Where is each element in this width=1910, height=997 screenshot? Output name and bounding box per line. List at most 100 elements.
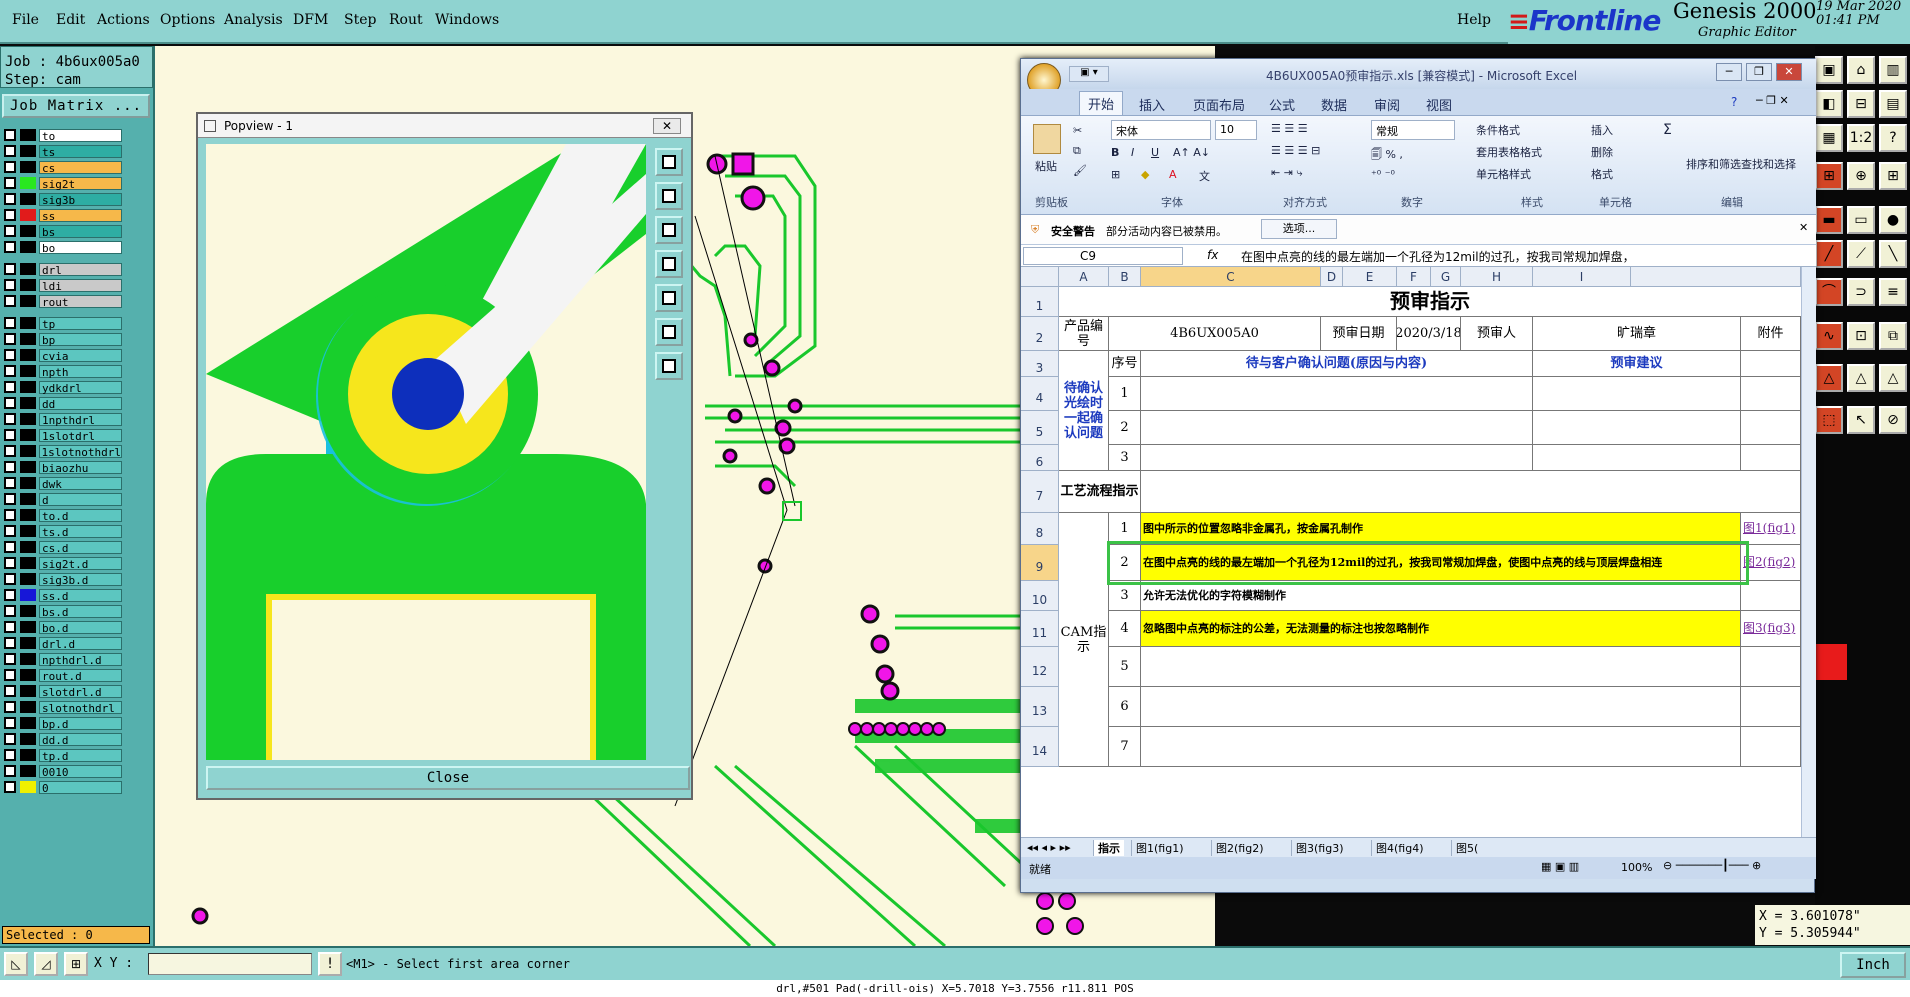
column-header[interactable]: D xyxy=(1321,267,1343,287)
layer-color-swatch[interactable] xyxy=(20,429,36,441)
layer-color-swatch[interactable] xyxy=(20,365,36,377)
layer-row[interactable]: ts.d xyxy=(4,524,122,539)
toolbar-button-18[interactable]: ╲ xyxy=(1879,240,1907,268)
layer-row[interactable]: to xyxy=(4,128,122,143)
quick-access-save-icon[interactable]: ▣ ▾ xyxy=(1069,66,1109,82)
menu-edit[interactable]: Edit xyxy=(56,12,85,28)
layer-name[interactable]: ts.d xyxy=(39,524,122,539)
layer-checkbox[interactable] xyxy=(4,193,16,205)
toolbar-button-25[interactable]: △ xyxy=(1815,364,1843,392)
layer-row[interactable]: dd.d xyxy=(4,732,122,747)
unit-button[interactable]: Inch xyxy=(1840,952,1906,978)
layer-checkbox[interactable] xyxy=(4,509,16,521)
font-size-select[interactable]: 10 xyxy=(1215,120,1257,140)
layer-row[interactable]: 1npthdrl xyxy=(4,412,122,427)
layer-color-swatch[interactable] xyxy=(20,193,36,205)
seq-number[interactable]: 3 xyxy=(1109,445,1141,471)
toolbar-button-2[interactable]: ⌂ xyxy=(1847,56,1875,84)
layer-row[interactable]: sig2t.d xyxy=(4,556,122,571)
restore-icon[interactable]: ❐ xyxy=(1746,63,1772,81)
layer-color-swatch[interactable] xyxy=(20,557,36,569)
issue-cell[interactable] xyxy=(1141,411,1533,445)
layer-checkbox[interactable] xyxy=(4,493,16,505)
menu-actions[interactable]: Actions xyxy=(97,12,150,28)
layer-color-swatch[interactable] xyxy=(20,765,36,777)
warning-close-icon[interactable]: ✕ xyxy=(1799,221,1808,234)
layer-color-swatch[interactable] xyxy=(20,349,36,361)
align-top-icon[interactable]: ☰ ☰ ☰ xyxy=(1271,122,1308,135)
layer-name[interactable]: tp.d xyxy=(39,748,122,763)
layer-name[interactable]: npth xyxy=(39,364,122,379)
toolbar-button-28[interactable]: ⬚ xyxy=(1815,406,1843,434)
layer-name[interactable]: bp xyxy=(39,332,122,347)
layer-checkbox[interactable] xyxy=(4,381,16,393)
layer-checkbox[interactable] xyxy=(4,177,16,189)
layer-checkbox[interactable] xyxy=(4,445,16,457)
copy-icon[interactable]: ⧉ xyxy=(1073,144,1081,158)
cell[interactable] xyxy=(1741,411,1801,445)
excel-titlebar[interactable]: ▣ ▾ 4B6UX005A0预审指示.xls [兼容模式] - Microsof… xyxy=(1021,59,1816,97)
layer-checkbox[interactable] xyxy=(4,241,16,253)
bold-button[interactable]: B xyxy=(1111,146,1119,159)
layer-row[interactable]: bo.d xyxy=(4,620,122,635)
sheet-tab[interactable]: 图4(fig4) xyxy=(1371,840,1428,856)
layer-color-swatch[interactable] xyxy=(20,397,36,409)
layer-color-swatch[interactable] xyxy=(20,279,36,291)
layer-color-swatch[interactable] xyxy=(20,653,36,665)
indent-icon[interactable]: ⇤ ⇥ ⤷ xyxy=(1271,166,1303,180)
cam-item-link[interactable]: 图1(fig1) xyxy=(1741,513,1801,545)
layer-checkbox[interactable] xyxy=(4,129,16,141)
cam-item-link[interactable] xyxy=(1741,687,1801,727)
layer-row[interactable]: ldi xyxy=(4,278,122,293)
layer-row[interactable]: dwk xyxy=(4,476,122,491)
layer-row[interactable]: tp xyxy=(4,316,122,331)
layer-name[interactable]: bs.d xyxy=(39,604,122,619)
layer-color-swatch[interactable] xyxy=(20,749,36,761)
layer-name[interactable]: dd xyxy=(39,396,122,411)
autosum-icon[interactable]: Σ xyxy=(1663,122,1672,138)
layer-color-swatch[interactable] xyxy=(20,509,36,521)
layer-checkbox[interactable] xyxy=(4,145,16,157)
formula-input[interactable]: 在图中点亮的线的最左端加一个孔径为12mil的过孔，按我司常规加焊盘， xyxy=(1241,248,1796,265)
row-header[interactable]: 1 xyxy=(1021,287,1059,317)
toolbar-button-15[interactable]: ● xyxy=(1879,206,1907,234)
cam-item-text[interactable]: 允许无法优化的字符模糊制作 xyxy=(1141,581,1741,611)
menu-options[interactable]: Options xyxy=(160,12,215,28)
function-icon[interactable]: fx xyxy=(1207,248,1218,262)
underline-button[interactable]: U xyxy=(1151,146,1159,159)
layer-checkbox[interactable] xyxy=(4,637,16,649)
layer-row[interactable]: 0 xyxy=(4,780,122,795)
layer-checkbox[interactable] xyxy=(4,279,16,291)
font-color-icon[interactable]: A xyxy=(1169,168,1177,181)
toolbar-button-20[interactable]: ⊃ xyxy=(1847,278,1875,306)
italic-button[interactable]: I xyxy=(1131,146,1134,159)
layer-name[interactable]: 0010 xyxy=(39,764,122,779)
layer-name[interactable]: 1npthdrl xyxy=(39,412,122,427)
layer-color-swatch[interactable] xyxy=(20,317,36,329)
cam-item-text[interactable] xyxy=(1141,727,1741,767)
layer-color-swatch[interactable] xyxy=(20,573,36,585)
layer-row[interactable]: drl xyxy=(4,262,122,277)
seq-label[interactable]: 序号 xyxy=(1109,351,1141,377)
layer-color-swatch[interactable] xyxy=(20,461,36,473)
layer-row[interactable]: npthdrl.d xyxy=(4,652,122,667)
layer-checkbox[interactable] xyxy=(4,669,16,681)
paste-button[interactable]: 粘贴 xyxy=(1035,158,1057,174)
row-header[interactable]: 7 xyxy=(1021,471,1059,513)
layer-row[interactable]: biaozhu xyxy=(4,460,122,475)
toolbar-button-14[interactable]: ▭ xyxy=(1847,206,1875,234)
layer-name[interactable]: sig3b.d xyxy=(39,572,122,587)
layer-color-swatch[interactable] xyxy=(20,525,36,537)
row-header[interactable]: 6 xyxy=(1021,445,1059,471)
layer-checkbox[interactable] xyxy=(4,317,16,329)
layer-name[interactable]: to.d xyxy=(39,508,122,523)
column-header[interactable]: H xyxy=(1461,267,1533,287)
popview-close-button[interactable]: Close xyxy=(206,766,690,790)
delete-cells-button[interactable]: 删除 xyxy=(1591,144,1613,160)
cmd-button-1[interactable]: ◺ xyxy=(4,952,28,976)
layer-checkbox[interactable] xyxy=(4,701,16,713)
cam-label[interactable]: CAM指示 xyxy=(1059,513,1109,767)
layer-name[interactable]: bp.d xyxy=(39,716,122,731)
column-header[interactable]: G xyxy=(1431,267,1461,287)
menu-file[interactable]: File xyxy=(12,12,39,28)
